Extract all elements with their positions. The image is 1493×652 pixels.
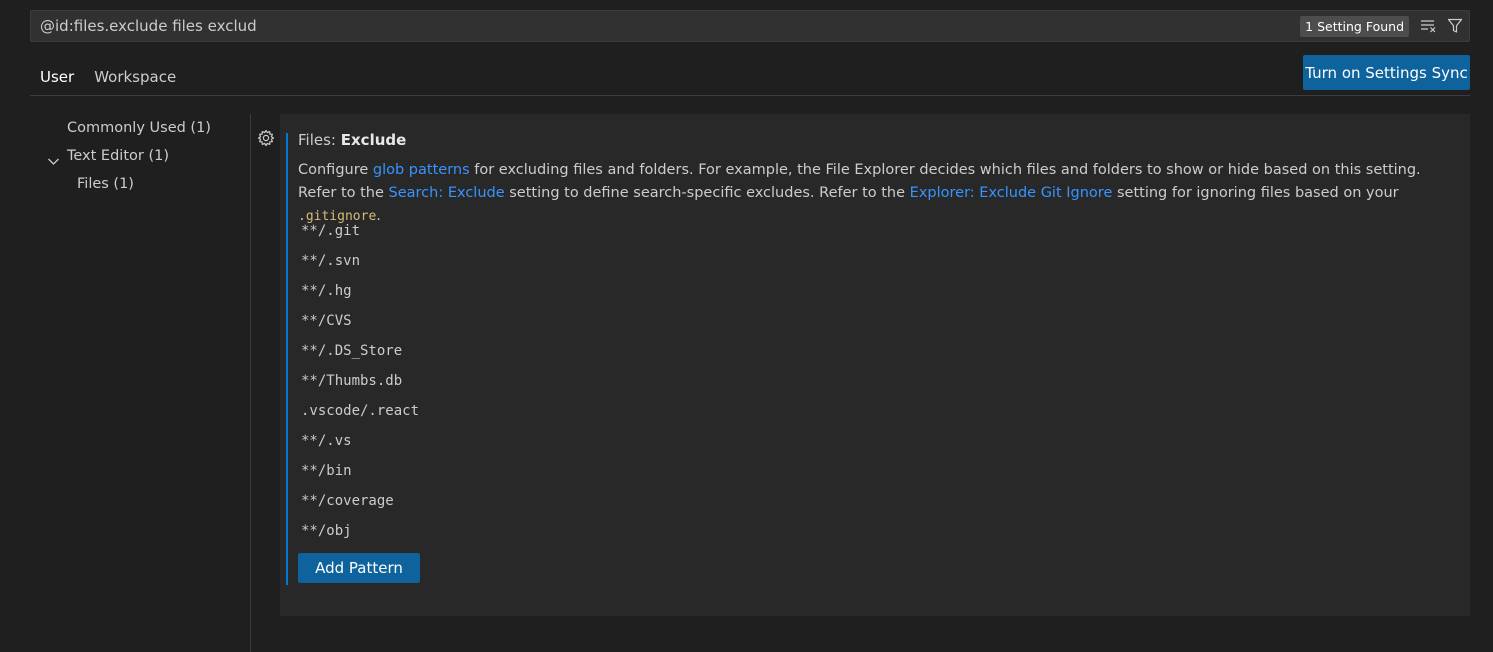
clear-filter-icon[interactable]: [1417, 14, 1441, 38]
exclude-pattern-list: **/.git **/.svn **/.hg **/CVS **/.DS_Sto…: [298, 216, 419, 546]
result-count-badge: 1 Setting Found: [1300, 15, 1409, 37]
setting-focus-indicator: [286, 133, 288, 585]
toc-item-files[interactable]: Files (1): [30, 170, 250, 198]
toc-item-label: Commonly Used (1): [67, 120, 211, 136]
list-item[interactable]: .vscode/.react: [298, 396, 419, 426]
setting-title: Files: Exclude: [298, 131, 406, 149]
list-item[interactable]: **/bin: [298, 456, 419, 486]
tab-workspace[interactable]: Workspace: [84, 58, 186, 96]
explorer-exclude-git-ignore-link[interactable]: Explorer: Exclude Git Ignore: [910, 185, 1113, 201]
toc-item-label: Text Editor (1): [67, 148, 169, 164]
settings-toc: Commonly Used (1) Text Editor (1) Files …: [30, 114, 250, 198]
settings-scope-tabs: User Workspace: [30, 58, 186, 96]
toc-item-label: Files (1): [77, 176, 134, 192]
list-item[interactable]: **/.hg: [298, 276, 419, 306]
setting-name: Exclude: [340, 131, 407, 149]
list-item[interactable]: **/.git: [298, 216, 419, 246]
list-item[interactable]: **/.svn: [298, 246, 419, 276]
settings-editor: 1 Setting Found User Workspace Turn on S…: [0, 0, 1493, 652]
add-pattern-button[interactable]: Add Pattern: [298, 553, 420, 583]
list-item[interactable]: **/obj: [298, 516, 419, 546]
list-item[interactable]: **/coverage: [298, 486, 419, 516]
setting-category: Files:: [298, 131, 341, 149]
list-item[interactable]: **/Thumbs.db: [298, 366, 419, 396]
toc-item-text-editor[interactable]: Text Editor (1): [30, 142, 250, 170]
gear-icon[interactable]: [257, 129, 275, 147]
filter-icon[interactable]: [1443, 14, 1467, 38]
list-item[interactable]: **/.vs: [298, 426, 419, 456]
search-exclude-link[interactable]: Search: Exclude: [389, 185, 505, 201]
list-item[interactable]: **/.DS_Store: [298, 336, 419, 366]
desc-text: setting to define search-specific exclud…: [504, 185, 910, 201]
setting-description: Configure glob patterns for excluding fi…: [298, 159, 1458, 228]
list-item[interactable]: **/CVS: [298, 306, 419, 336]
glob-patterns-link[interactable]: glob patterns: [373, 162, 470, 178]
tabs-divider: [30, 95, 1470, 96]
tab-user[interactable]: User: [30, 58, 85, 96]
toc-item-commonly-used[interactable]: Commonly Used (1): [30, 114, 250, 142]
settings-search-bar: 1 Setting Found: [30, 10, 1470, 42]
desc-text: setting for ignoring files based on your: [1112, 185, 1399, 201]
settings-search-input[interactable]: [31, 11, 1301, 41]
toc-divider: [250, 114, 251, 652]
turn-on-settings-sync-button[interactable]: Turn on Settings Sync: [1303, 55, 1470, 90]
desc-text: Configure: [298, 162, 373, 178]
